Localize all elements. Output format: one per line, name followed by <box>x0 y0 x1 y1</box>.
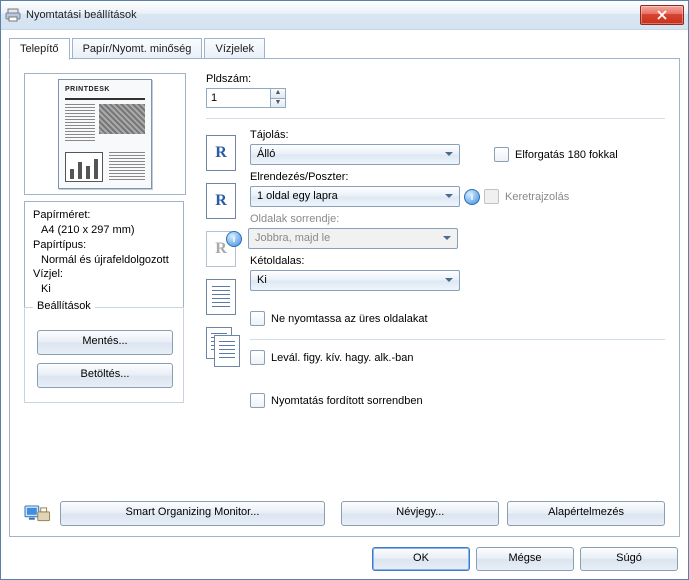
tabstrip: Telepítő Papír/Nyomt. minőség Vízjelek <box>9 37 680 59</box>
manual-duplex-checkbox[interactable]: Levál. figy. kív. hagy. alk.-ban <box>250 350 413 365</box>
smart-organizing-monitor-button[interactable]: Smart Organizing Monitor... <box>60 501 326 526</box>
info-icon-pageorder[interactable]: i <box>226 231 242 247</box>
copies-label: Pldszám: <box>206 73 665 85</box>
paper-info-box: Papírméret: A4 (210 x 297 mm) Papírtípus… <box>24 201 184 308</box>
paper-type-label: Papírtípus: <box>33 238 175 253</box>
window-title: Nyomtatási beállítások <box>26 9 640 21</box>
duplex-combo[interactable]: Ki <box>250 270 460 291</box>
skip-blank-checkbox[interactable]: Ne nyomtassa az üres oldalakat <box>250 311 428 326</box>
page-order-label: Oldalak sorrendje: <box>250 213 665 225</box>
orientation-combo[interactable]: Álló <box>250 144 460 165</box>
divider <box>206 118 665 119</box>
tab-page-install: PRINTDESK Papírméret: A4 (210 x 297 mm) … <box>9 58 680 537</box>
titlebar: Nyomtatási beállítások <box>1 1 688 30</box>
tab-watermarks[interactable]: Vízjelek <box>204 38 265 59</box>
monitor-printer-icon <box>24 502 52 526</box>
close-button[interactable] <box>640 5 684 25</box>
save-button[interactable]: Mentés... <box>37 330 173 355</box>
copies-down-button[interactable]: ▼ <box>270 98 286 109</box>
duplex-label: Kétoldalas: <box>250 255 665 267</box>
reverse-order-checkbox[interactable]: Nyomtatás fordított sorrendben <box>250 393 423 408</box>
paper-type-value: Normál és újrafeldolgozott <box>33 253 175 268</box>
settings-legend: Beállítások <box>33 300 95 312</box>
multipage-stack-icon <box>206 327 240 367</box>
divider-2 <box>250 339 665 340</box>
paper-size-value: A4 (210 x 297 mm) <box>33 223 175 238</box>
copies-input[interactable] <box>206 88 270 108</box>
preview-header: PRINTDESK <box>65 86 145 100</box>
page-order-combo: Jobbra, majd le <box>248 228 458 249</box>
frame-checkbox: Keretrajzolás <box>484 189 569 204</box>
cancel-button[interactable]: Mégse <box>476 547 574 571</box>
info-icon[interactable]: i <box>464 189 480 205</box>
tab-paper-quality[interactable]: Papír/Nyomt. minőség <box>72 38 203 59</box>
duplex-lines-icon <box>206 279 236 315</box>
tab-install[interactable]: Telepítő <box>9 38 70 60</box>
rotate-180-checkbox[interactable]: Elforgatás 180 fokkal <box>494 147 618 162</box>
layout-icons-column: R R R <box>206 135 242 411</box>
ok-button[interactable]: OK <box>372 547 470 571</box>
paper-size-label: Papírméret: <box>33 208 175 223</box>
client-area: Telepítő Papír/Nyomt. minőség Vízjelek P… <box>9 37 680 537</box>
layout-label: Elrendezés/Poszter: <box>250 171 665 183</box>
dialog-buttons: OK Mégse Súgó <box>372 547 678 571</box>
print-settings-window: Nyomtatási beállítások Telepítő Papír/Ny… <box>0 0 689 580</box>
layout-r-icon: R <box>206 183 236 219</box>
defaults-button[interactable]: Alapértelmezés <box>507 501 665 526</box>
about-button[interactable]: Névjegy... <box>341 501 499 526</box>
watermark-label: Vízjel: <box>33 267 175 282</box>
options-column: Pldszám: ▲ ▼ R R R <box>206 73 665 522</box>
copies-up-button[interactable]: ▲ <box>270 88 286 98</box>
layout-combo[interactable]: 1 oldal egy lapra <box>250 186 460 207</box>
help-button[interactable]: Súgó <box>580 547 678 571</box>
page-preview: PRINTDESK <box>24 73 186 195</box>
settings-group: Beállítások Mentés... Betöltés... <box>24 307 184 403</box>
orientation-label: Tájolás: <box>250 129 665 141</box>
load-button[interactable]: Betöltés... <box>37 363 173 388</box>
copies-spinner: ▲ ▼ <box>206 88 665 108</box>
orientation-r-icon: R <box>206 135 236 171</box>
tab-bottom-row: Smart Organizing Monitor... Névjegy... A… <box>24 501 665 526</box>
watermark-value: Ki <box>33 282 175 297</box>
preview-page-icon: PRINTDESK <box>58 79 152 189</box>
printer-icon <box>5 7 21 23</box>
